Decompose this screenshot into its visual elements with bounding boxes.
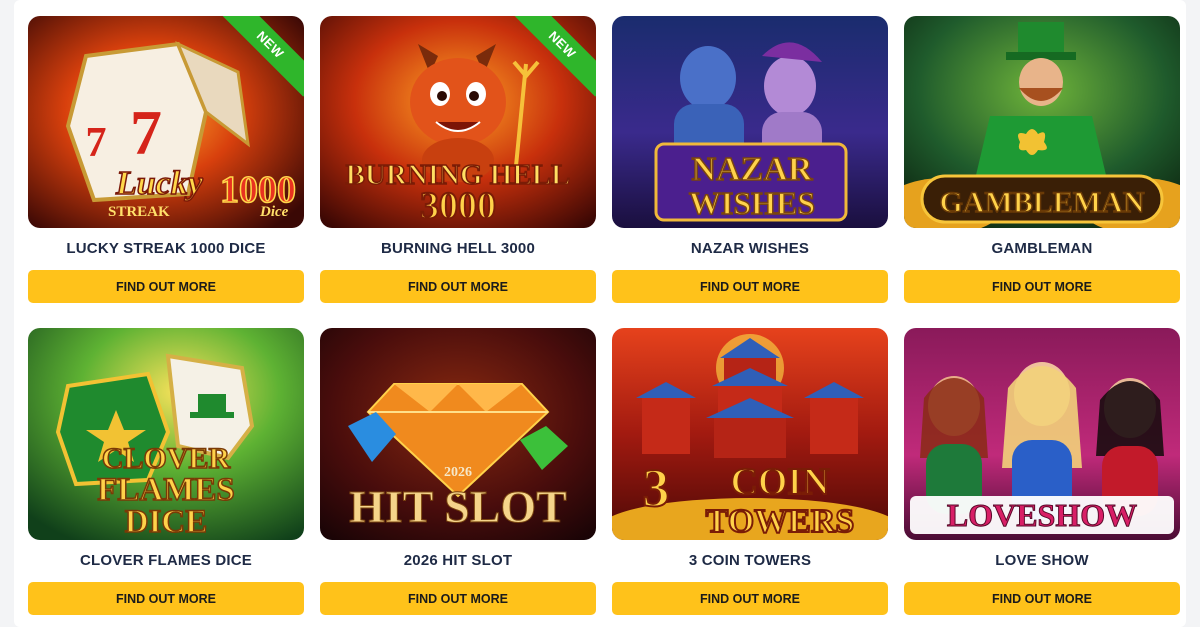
art-text: HIT SLOT bbox=[349, 481, 567, 532]
game-thumbnail[interactable]: CLOVER FLAMES DICE bbox=[28, 328, 304, 540]
game-title: 2026 HIT SLOT bbox=[403, 552, 513, 569]
new-badge: NEW bbox=[512, 16, 596, 100]
game-card-2026-hit-slot: 2026 HIT SLOT 2026 HIT SLOT FIND OUT MOR… bbox=[320, 328, 596, 615]
game-artwork-nazar-wishes: NAZAR WISHES bbox=[612, 16, 888, 228]
art-text: LOVESHOW bbox=[947, 497, 1137, 533]
game-card-lucky-streak: 7 7 Lucky 1000 STREAK Dice NEW LUCKY STR… bbox=[28, 16, 304, 303]
game-thumbnail[interactable]: 2026 HIT SLOT bbox=[320, 328, 596, 540]
art-text: FLAMES bbox=[97, 472, 235, 508]
game-title: NAZAR WISHES bbox=[690, 240, 810, 257]
art-text: Dice bbox=[259, 204, 289, 220]
game-card-burning-hell: BURNING HELL 3000 NEW BURNING HELL 3000 … bbox=[320, 16, 596, 303]
game-card-love-show: LOVESHOW LOVE SHOW FIND OUT MORE bbox=[904, 328, 1180, 615]
game-card-3-coin-towers: 3 COIN TOWERS 3 COIN TOWERS FIND OUT MOR… bbox=[612, 328, 888, 615]
game-title: LOVE SHOW bbox=[995, 552, 1089, 569]
game-grid: 7 7 Lucky 1000 STREAK Dice NEW LUCKY STR… bbox=[28, 16, 1180, 615]
game-artwork-2026-hit-slot: 2026 HIT SLOT bbox=[320, 328, 596, 540]
art-text: NAZAR bbox=[692, 151, 813, 188]
art-text: DICE bbox=[125, 504, 208, 540]
game-artwork-love-show: LOVESHOW bbox=[904, 328, 1180, 540]
svg-text:7: 7 bbox=[130, 97, 162, 168]
art-text: Lucky bbox=[115, 165, 204, 202]
game-thumbnail[interactable]: GAMBLEMAN bbox=[904, 16, 1180, 228]
art-text: STREAK bbox=[108, 204, 170, 220]
game-title: 3 COIN TOWERS bbox=[688, 552, 812, 569]
art-text: COIN bbox=[730, 461, 829, 503]
game-artwork-gambleman: GAMBLEMAN bbox=[904, 16, 1180, 228]
find-out-more-button[interactable]: FIND OUT MORE bbox=[612, 582, 888, 615]
game-thumbnail[interactable]: 3 COIN TOWERS bbox=[612, 328, 888, 540]
art-text: GAMBLEMAN bbox=[940, 186, 1145, 219]
art-text: 2026 bbox=[444, 465, 472, 480]
page: 7 7 Lucky 1000 STREAK Dice NEW LUCKY STR… bbox=[0, 0, 1200, 627]
find-out-more-button[interactable]: FIND OUT MORE bbox=[904, 270, 1180, 303]
game-title: BURNING HELL 3000 bbox=[381, 240, 535, 257]
game-thumbnail[interactable]: 7 7 Lucky 1000 STREAK Dice NEW bbox=[28, 16, 304, 228]
art-text: WISHES bbox=[689, 185, 815, 221]
art-text: CLOVER bbox=[102, 442, 231, 475]
svg-text:7: 7 bbox=[86, 120, 107, 166]
new-badge: NEW bbox=[220, 16, 304, 100]
art-text: TOWERS bbox=[706, 503, 855, 540]
game-card-clover-flames-dice: CLOVER FLAMES DICE CLOVER FLAMES DICE FI… bbox=[28, 328, 304, 615]
game-title: LUCKY STREAK 1000 DICE bbox=[66, 240, 266, 257]
find-out-more-button[interactable]: FIND OUT MORE bbox=[320, 582, 596, 615]
find-out-more-button[interactable]: FIND OUT MORE bbox=[320, 270, 596, 303]
art-text: 3 bbox=[643, 458, 670, 518]
game-thumbnail[interactable]: NAZAR WISHES bbox=[612, 16, 888, 228]
game-artwork-3-coin-towers: 3 COIN TOWERS bbox=[612, 328, 888, 540]
game-title: GAMBLEMAN bbox=[991, 240, 1093, 257]
find-out-more-button[interactable]: FIND OUT MORE bbox=[28, 582, 304, 615]
find-out-more-button[interactable]: FIND OUT MORE bbox=[904, 582, 1180, 615]
game-artwork-clover-flames-dice: CLOVER FLAMES DICE bbox=[28, 328, 304, 540]
art-text: 3000 bbox=[420, 185, 496, 227]
game-card-gambleman: GAMBLEMAN GAMBLEMAN FIND OUT MORE bbox=[904, 16, 1180, 303]
game-thumbnail[interactable]: BURNING HELL 3000 NEW bbox=[320, 16, 596, 228]
find-out-more-button[interactable]: FIND OUT MORE bbox=[28, 270, 304, 303]
game-thumbnail[interactable]: LOVESHOW bbox=[904, 328, 1180, 540]
find-out-more-button[interactable]: FIND OUT MORE bbox=[612, 270, 888, 303]
game-title: CLOVER FLAMES DICE bbox=[80, 552, 252, 569]
game-card-nazar-wishes: NAZAR WISHES NAZAR WISHES FIND OUT MORE bbox=[612, 16, 888, 303]
